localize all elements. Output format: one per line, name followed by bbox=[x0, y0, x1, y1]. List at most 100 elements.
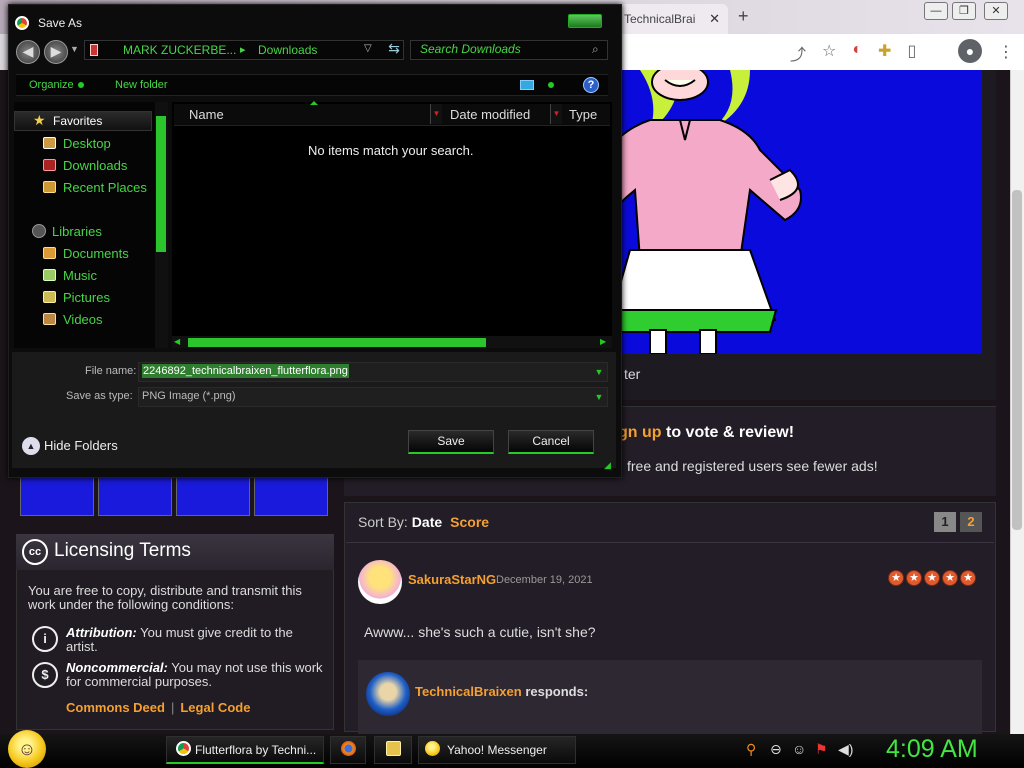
recent-locations-dropdown[interactable]: ▼ bbox=[70, 44, 79, 54]
tab-close-icon[interactable]: ✕ bbox=[709, 11, 720, 27]
videos-icon bbox=[43, 313, 56, 325]
forward-arrow-icon[interactable]: ▶ bbox=[44, 40, 68, 64]
page-scroll-thumb[interactable] bbox=[1012, 190, 1022, 530]
browser-tab[interactable]: TechnicalBrai ✕ bbox=[618, 4, 728, 34]
resize-grip-icon[interactable]: ◢ bbox=[604, 460, 611, 471]
search-icon[interactable]: ⚲ bbox=[746, 741, 756, 758]
related-thumbnails bbox=[20, 474, 332, 516]
dialog-close-button[interactable] bbox=[568, 14, 602, 28]
nav-item-documents[interactable]: Documents bbox=[63, 246, 129, 261]
task-yahoo-messenger[interactable]: Yahoo! Messenger bbox=[418, 736, 576, 764]
attribution-icon: i bbox=[32, 626, 58, 652]
yahoo-messenger-icon bbox=[425, 741, 440, 756]
save-type-dropdown-icon[interactable]: ▼ bbox=[590, 388, 608, 406]
thumbnail[interactable] bbox=[176, 474, 250, 516]
column-type[interactable]: Type bbox=[569, 107, 597, 122]
column-header-row bbox=[174, 104, 610, 126]
thumbnail[interactable] bbox=[98, 474, 172, 516]
smiley-icon[interactable]: ☺ bbox=[792, 741, 806, 757]
breadcrumb-folder[interactable]: Downloads bbox=[258, 43, 317, 57]
file-list[interactable] bbox=[172, 102, 612, 348]
extension-icon[interactable]: ◐ bbox=[852, 41, 862, 65]
back-arrow-icon[interactable]: ◀ bbox=[16, 40, 40, 64]
nav-item-downloads[interactable]: Downloads bbox=[63, 158, 127, 173]
horizontal-scroll-thumb[interactable] bbox=[188, 338, 486, 347]
artwork-image[interactable] bbox=[620, 70, 982, 354]
page-1-button[interactable]: 1 bbox=[934, 512, 956, 532]
menu-kebab-icon[interactable]: ⋮ bbox=[998, 42, 1014, 62]
file-name-label: File name: bbox=[85, 365, 137, 377]
new-tab-button[interactable]: + bbox=[738, 6, 749, 27]
breadcrumb-separator[interactable]: ▸ bbox=[240, 43, 246, 56]
view-dropdown-icon[interactable] bbox=[548, 82, 554, 88]
breadcrumb-dropdown-icon[interactable]: ▽ bbox=[364, 43, 372, 54]
column-dropdown-icon[interactable]: ▼ bbox=[430, 104, 442, 124]
licensing-intro: You are free to copy, distribute and tra… bbox=[28, 583, 302, 612]
organize-button[interactable]: Organize bbox=[29, 79, 84, 91]
responds-text: responds: bbox=[521, 684, 589, 699]
window-close-button[interactable]: ✕ bbox=[984, 2, 1008, 20]
save-type-value[interactable]: PNG Image (*.png) bbox=[142, 390, 236, 402]
nav-scroll-thumb[interactable] bbox=[156, 116, 166, 252]
search-placeholder[interactable]: Search Downloads bbox=[420, 42, 521, 56]
new-folder-button[interactable]: New folder bbox=[115, 79, 168, 91]
downloads-icon bbox=[43, 159, 56, 171]
empty-message: No items match your search. bbox=[308, 143, 474, 158]
reviewer-name[interactable]: SakuraStarNG bbox=[408, 572, 496, 587]
thumbnail[interactable] bbox=[254, 474, 328, 516]
thumbnail[interactable] bbox=[20, 474, 94, 516]
scroll-left-icon[interactable]: ◀ bbox=[174, 337, 180, 346]
save-button[interactable]: Save bbox=[408, 430, 494, 454]
start-button[interactable]: ☺ bbox=[8, 730, 46, 768]
recent-places-icon bbox=[43, 181, 56, 193]
sort-date-link[interactable]: Date bbox=[412, 514, 442, 530]
rating-star-icon: ★ bbox=[960, 570, 976, 586]
nav-item-videos[interactable]: Videos bbox=[63, 312, 103, 327]
breadcrumb-user[interactable]: MARK ZUCKERBE... bbox=[123, 43, 236, 57]
share-icon[interactable]: ⤴ bbox=[790, 41, 806, 65]
column-date-modified[interactable]: Date modified bbox=[450, 107, 530, 122]
browser-tab-title: TechnicalBrai bbox=[624, 12, 696, 26]
page-2-button[interactable]: 2 bbox=[960, 512, 982, 532]
responder-name[interactable]: TechnicalBraixen bbox=[415, 684, 522, 699]
profile-avatar[interactable]: ● bbox=[958, 39, 982, 63]
signup-link[interactable]: gn up bbox=[618, 424, 662, 441]
file-name-value[interactable]: 2246892_technicalbraixen_flutterflora.pn… bbox=[142, 364, 349, 378]
bookmark-star-icon[interactable]: ☆ bbox=[822, 41, 836, 65]
cancel-button[interactable]: Cancel bbox=[508, 430, 594, 454]
reviewer-avatar[interactable] bbox=[358, 560, 402, 604]
hide-folders-button[interactable]: Hide Folders bbox=[44, 438, 118, 453]
flag-icon[interactable]: ⚑ bbox=[815, 741, 828, 758]
maximize-button[interactable]: ❐ bbox=[952, 2, 976, 20]
search-icon[interactable]: ⌕ bbox=[592, 42, 599, 57]
refresh-icon[interactable]: ⇆ bbox=[384, 40, 404, 60]
column-name[interactable]: Name bbox=[189, 107, 224, 122]
commons-deed-link[interactable]: Commons Deed bbox=[66, 700, 165, 715]
scroll-right-icon[interactable]: ▶ bbox=[600, 337, 606, 346]
responder-avatar[interactable] bbox=[366, 672, 410, 716]
nav-item-pictures[interactable]: Pictures bbox=[63, 290, 110, 305]
browser-action-icons: ⤴ ☆ ◐ ✚ ▯ bbox=[790, 41, 916, 65]
attribution-text: Attribution: You must give credit to the… bbox=[66, 626, 328, 654]
rating-star-icon: ★ bbox=[924, 570, 940, 586]
minus-circle-icon[interactable]: ⊖ bbox=[770, 741, 782, 758]
sidebar-icon[interactable]: ▯ bbox=[907, 41, 916, 65]
nav-item-recent-places[interactable]: Recent Places bbox=[63, 180, 147, 195]
libraries-icon bbox=[32, 224, 46, 238]
puzzle-icon[interactable]: ✚ bbox=[878, 41, 891, 65]
file-name-dropdown-icon[interactable]: ▼ bbox=[590, 363, 608, 381]
chevron-up-icon[interactable]: ▲ bbox=[22, 437, 40, 455]
minimize-button[interactable]: — bbox=[924, 2, 948, 20]
review-stars: ★ ★ ★ ★ ★ bbox=[888, 570, 976, 586]
volume-icon[interactable]: ◀) bbox=[838, 741, 853, 758]
view-icon[interactable] bbox=[520, 80, 534, 90]
nav-item-desktop[interactable]: Desktop bbox=[63, 136, 111, 151]
nav-item-music[interactable]: Music bbox=[63, 268, 97, 283]
sort-score-link[interactable]: Score bbox=[450, 514, 489, 530]
column-dropdown-icon[interactable]: ▼ bbox=[550, 104, 562, 124]
nav-item-libraries[interactable]: Libraries bbox=[52, 224, 102, 239]
help-icon[interactable]: ? bbox=[583, 77, 599, 93]
legal-code-link[interactable]: Legal Code bbox=[180, 700, 250, 715]
chrome-icon bbox=[15, 16, 29, 30]
sort-indicator-icon bbox=[310, 101, 318, 105]
